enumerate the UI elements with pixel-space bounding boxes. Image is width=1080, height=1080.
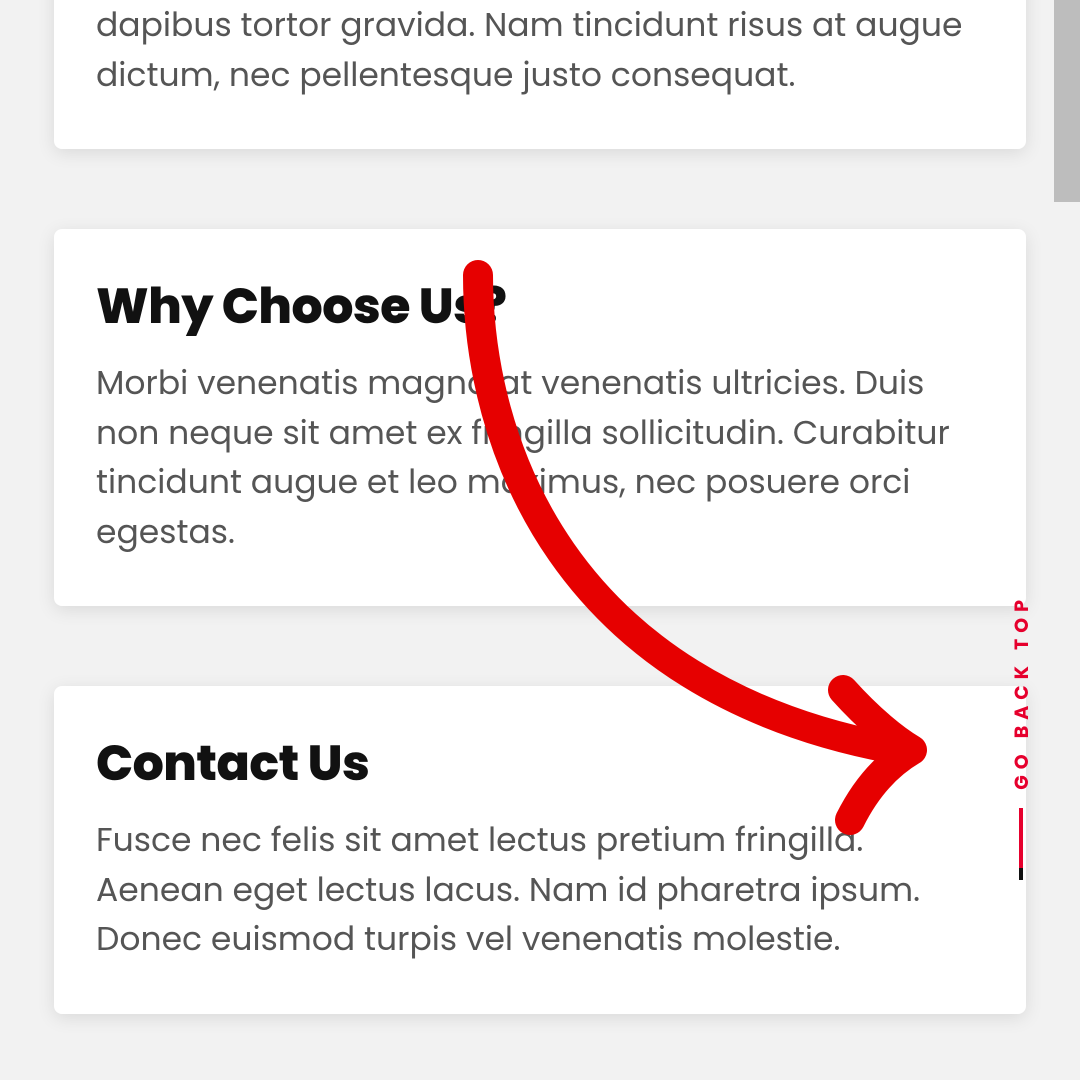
card-body-text: Fusce nec felis sit amet lectus pretium … xyxy=(96,815,984,964)
page-viewport: dapibus tortor gravida. Nam tincidunt ri… xyxy=(0,0,1080,900)
card-why-choose-us: Why Choose Us? Morbi venenatis magna at … xyxy=(54,229,1026,606)
card-partial-top: dapibus tortor gravida. Nam tincidunt ri… xyxy=(54,0,1026,149)
card-title: Contact Us xyxy=(96,728,984,801)
go-back-top-button[interactable]: GO BACK TOP xyxy=(1006,594,1036,880)
card-body-text: Morbi venenatis magna at venenatis ultri… xyxy=(96,358,984,556)
scrollbar-track[interactable] xyxy=(1054,0,1080,900)
go-back-top-line-dark xyxy=(1019,868,1023,880)
card-body-text: dapibus tortor gravida. Nam tincidunt ri… xyxy=(96,0,984,99)
go-back-top-label: GO BACK TOP xyxy=(1007,594,1036,790)
card-contact-us: Contact Us Fusce nec felis sit amet lect… xyxy=(54,686,1026,1014)
card-title: Why Choose Us? xyxy=(96,271,984,344)
content-column: dapibus tortor gravida. Nam tincidunt ri… xyxy=(0,0,1080,1014)
scrollbar-thumb[interactable] xyxy=(1054,0,1080,202)
go-back-top-line-accent xyxy=(1019,808,1023,868)
